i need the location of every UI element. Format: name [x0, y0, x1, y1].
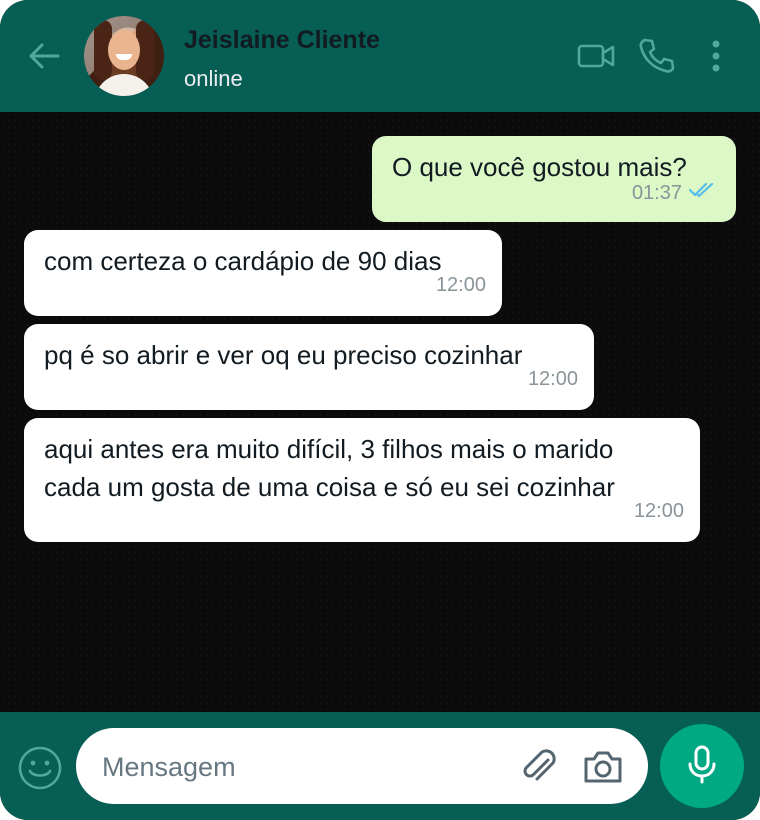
message-bubble-incoming[interactable]: pq é so abrir e ver oq eu preciso cozinh…: [24, 324, 594, 410]
camera-icon[interactable]: [582, 748, 624, 786]
message-list[interactable]: O que você gostou mais? 01:37 com certez…: [0, 112, 760, 712]
message-time: 12:00: [435, 274, 486, 296]
message-input[interactable]: [100, 746, 504, 788]
chat-window: Jeislaine Cliente online O que você gost…: [0, 0, 760, 820]
avatar[interactable]: [84, 16, 164, 96]
message-time: 12:00: [633, 500, 684, 522]
mic-button[interactable]: [660, 724, 744, 808]
phone-icon[interactable]: [636, 36, 676, 76]
contact-name[interactable]: Jeislaine Cliente: [184, 26, 380, 55]
message-text: pq é so abrir e ver oq eu preciso cozinh…: [44, 340, 523, 370]
back-arrow-icon[interactable]: [24, 38, 64, 74]
message-text: com certeza o cardápio de 90 dias: [44, 246, 442, 276]
message-bubble-incoming[interactable]: com certeza o cardápio de 90 dias 12:00: [24, 230, 502, 316]
emoji-icon[interactable]: [16, 744, 64, 792]
more-options-icon[interactable]: [700, 36, 732, 76]
read-receipt-icon: [688, 174, 716, 212]
message-time: 12:00: [527, 368, 578, 390]
chat-header: Jeislaine Cliente online: [0, 0, 760, 112]
microphone-icon: [685, 744, 719, 789]
message-time: 01:37: [631, 182, 682, 204]
contact-status: online: [184, 66, 243, 91]
attach-clip-icon[interactable]: [518, 746, 560, 788]
message-input-container: [76, 728, 648, 804]
message-bubble-outgoing[interactable]: O que você gostou mais? 01:37: [372, 136, 736, 222]
message-bubble-incoming[interactable]: aqui antes era muito difícil, 3 filhos m…: [24, 418, 700, 542]
video-call-icon[interactable]: [576, 38, 616, 74]
message-text: aqui antes era muito difícil, 3 filhos m…: [44, 434, 615, 502]
